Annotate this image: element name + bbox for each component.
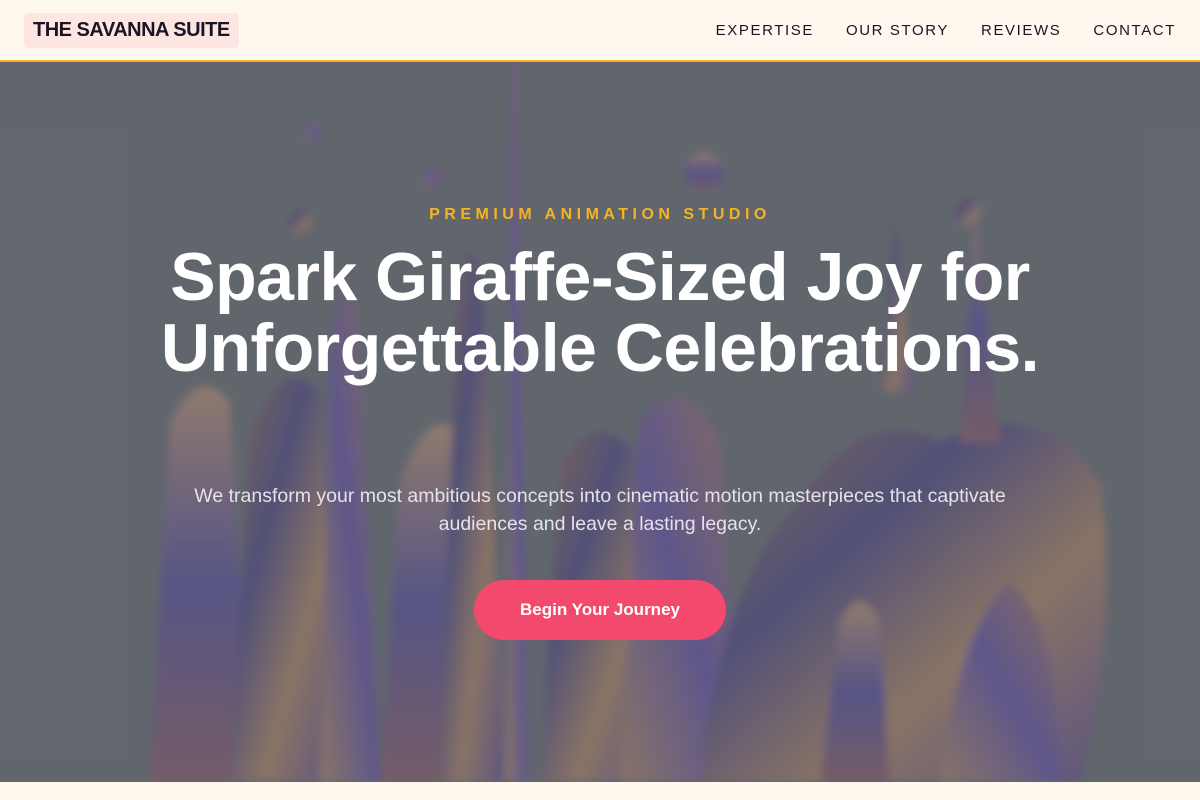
nav-link-expertise[interactable]: EXPERTISE: [716, 22, 814, 39]
hero-headline: Spark Giraffe-Sized Joy for Unforgettabl…: [160, 239, 1040, 386]
nav-link-our-story[interactable]: OUR STORY: [846, 22, 949, 39]
begin-journey-button[interactable]: Begin Your Journey: [474, 580, 726, 640]
nav-link-reviews[interactable]: REVIEWS: [981, 22, 1061, 39]
hero-section: PREMIUM ANIMATION STUDIO Spark Giraffe-S…: [0, 62, 1200, 782]
page-bottom-strip: [0, 782, 1200, 800]
nav-links: EXPERTISE OUR STORY REVIEWS CONTACT: [716, 22, 1176, 39]
hero-overlay: [0, 62, 1200, 782]
nav-link-contact[interactable]: CONTACT: [1093, 22, 1176, 39]
top-navigation: THE SAVANNA SUITE EXPERTISE OUR STORY RE…: [0, 0, 1200, 62]
hero-subtext: We transform your most ambitious concept…: [194, 485, 1006, 535]
hero-eyebrow: PREMIUM ANIMATION STUDIO: [429, 206, 771, 223]
brand-logo[interactable]: THE SAVANNA SUITE: [24, 12, 239, 48]
